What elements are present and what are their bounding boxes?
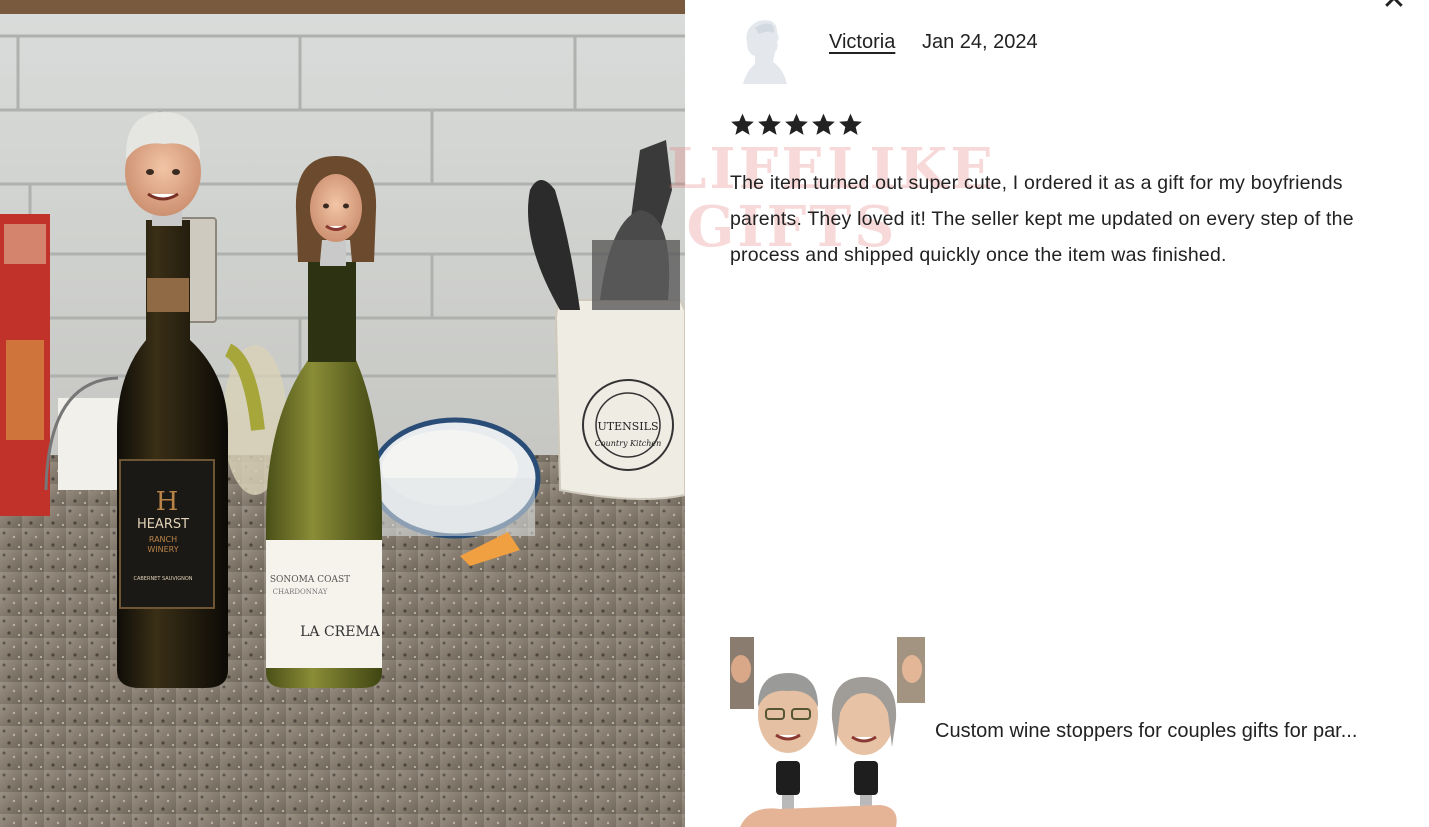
svg-text:H: H [156,487,179,517]
star-icon [731,113,754,135]
right-bottle-line1: SONOMA COAST [270,575,350,585]
review-photo-image: UTENSILS Country Kitchen H HEARST RANCH … [0,0,685,827]
left-bottle-line1: HEARST [137,517,189,532]
star-icon [839,113,862,135]
reviewer-name-link[interactable]: Victoria [829,31,895,54]
star-rating [730,112,863,137]
product-thumbnail[interactable] [730,637,925,827]
product-thumbnail-image [730,637,925,827]
product-title-link[interactable]: Custom wine stoppers for couples gifts f… [935,720,1357,743]
right-bottle-line3: LA CREMA [300,624,381,640]
close-button[interactable]: ✕ [1379,0,1409,16]
star-icon [812,113,835,135]
star-icon [785,113,808,135]
crock-sub-text: Country Kitchen [595,439,662,448]
close-icon[interactable]: ✕ [1381,0,1406,16]
left-bottle-line2: RANCH [149,535,177,544]
right-bottle-line2: CHARDONNAY [273,588,328,596]
left-bottle-line3: WINERY [147,545,178,554]
avatar-icon [743,20,787,85]
left-bottle-line4: CABERNET SAUVIGNON [133,576,192,582]
review-text: The item turned out super cute, I ordere… [730,171,1354,266]
review-photo[interactable]: UTENSILS Country Kitchen H HEARST RANCH … [0,0,685,827]
review-date: Jan 24, 2024 [922,31,1038,53]
star-icon [758,113,781,135]
avatar [739,18,791,85]
review-panel: ✕ Victoria Jan 24, 2024 LIFELIKE GIFTS T… [667,0,1429,827]
crock-center-text: UTENSILS [598,420,659,433]
